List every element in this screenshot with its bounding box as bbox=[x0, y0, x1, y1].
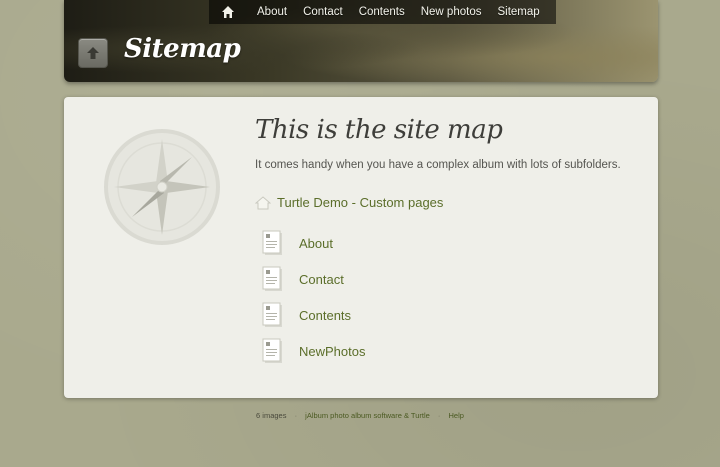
document-icon bbox=[262, 266, 282, 291]
arrow-up-icon bbox=[87, 47, 99, 59]
intro-text: It comes handy when you have a complex a… bbox=[255, 159, 621, 171]
page-label: Contents bbox=[299, 307, 352, 323]
up-button[interactable] bbox=[78, 38, 108, 68]
page-label: Contact bbox=[299, 271, 344, 287]
home-outline-icon bbox=[255, 195, 271, 209]
page-label: About bbox=[299, 235, 333, 251]
nav-link-about[interactable]: About bbox=[257, 6, 287, 18]
root-album-label: Turtle Demo - Custom pages bbox=[277, 195, 444, 210]
nav-link-new-photos[interactable]: New photos bbox=[421, 6, 482, 18]
document-icon bbox=[262, 338, 282, 363]
page-item-contents[interactable]: Contents bbox=[262, 297, 365, 333]
page-label: NewPhotos bbox=[299, 343, 366, 359]
credit-link[interactable]: jAlbum photo album software & Turtle bbox=[305, 411, 430, 420]
root-album-link[interactable]: Turtle Demo - Custom pages bbox=[255, 195, 443, 210]
sitemap-panel: This is the site map It comes handy when… bbox=[64, 97, 658, 398]
nav-link-contact[interactable]: Contact bbox=[303, 6, 343, 18]
page-item-contact[interactable]: Contact bbox=[262, 261, 365, 297]
nav-link-contents[interactable]: Contents bbox=[359, 6, 405, 18]
document-icon bbox=[262, 230, 282, 255]
page-heading: This is the site map bbox=[255, 115, 503, 145]
header-title: Sitemap bbox=[124, 34, 241, 64]
compass-icon bbox=[104, 129, 220, 245]
top-navigation: About Contact Contents New photos Sitema… bbox=[209, 0, 556, 24]
page-item-newphotos[interactable]: NewPhotos bbox=[262, 333, 365, 369]
header-banner: About Contact Contents New photos Sitema… bbox=[64, 0, 658, 82]
home-icon[interactable] bbox=[221, 5, 235, 19]
document-icon bbox=[262, 302, 282, 327]
page-item-about[interactable]: About bbox=[262, 225, 365, 261]
nav-link-sitemap[interactable]: Sitemap bbox=[497, 6, 539, 18]
help-link[interactable]: Help bbox=[449, 411, 464, 420]
image-count: 6 images bbox=[256, 411, 287, 420]
footer: 6 images · jAlbum photo album software &… bbox=[0, 411, 720, 420]
footer-separator: · bbox=[437, 411, 441, 420]
page-list: About Contact Contents NewPhotos bbox=[262, 225, 365, 369]
footer-separator: · bbox=[294, 411, 298, 420]
